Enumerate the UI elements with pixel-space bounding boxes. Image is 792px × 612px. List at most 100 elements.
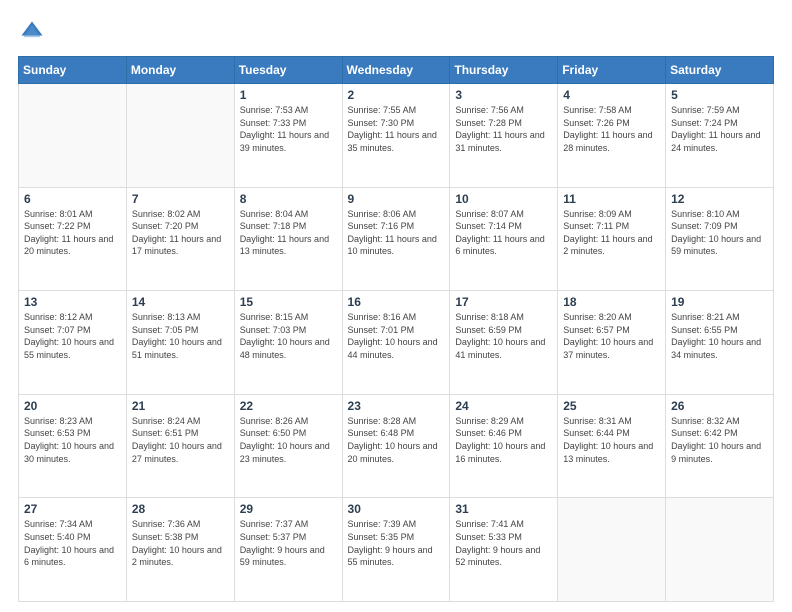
day-number: 28 [132,502,229,516]
cell-info: Sunrise: 8:12 AMSunset: 7:07 PMDaylight:… [24,311,121,361]
cell-info: Sunrise: 7:58 AMSunset: 7:26 PMDaylight:… [563,104,660,154]
calendar-cell [19,84,127,188]
cell-info: Sunrise: 8:23 AMSunset: 6:53 PMDaylight:… [24,415,121,465]
cell-info: Sunrise: 8:09 AMSunset: 7:11 PMDaylight:… [563,208,660,258]
day-header-monday: Monday [126,57,234,84]
cell-info: Sunrise: 8:31 AMSunset: 6:44 PMDaylight:… [563,415,660,465]
cell-info: Sunrise: 7:56 AMSunset: 7:28 PMDaylight:… [455,104,552,154]
calendar-cell: 1Sunrise: 7:53 AMSunset: 7:33 PMDaylight… [234,84,342,188]
day-number: 2 [348,88,445,102]
calendar-week-4: 20Sunrise: 8:23 AMSunset: 6:53 PMDayligh… [19,394,774,498]
calendar-cell: 4Sunrise: 7:58 AMSunset: 7:26 PMDaylight… [558,84,666,188]
calendar-cell: 13 Sunrise: 8:12 AMSunset: 7:07 PMDayligh… [19,291,127,395]
cell-info: Sunrise: 8:24 AMSunset: 6:51 PMDaylight:… [132,415,229,465]
day-header-tuesday: Tuesday [234,57,342,84]
cell-info: Sunrise: 7:55 AMSunset: 7:30 PMDaylight:… [348,104,445,154]
day-number: 30 [348,502,445,516]
cell-info: Sunrise: 8:02 AMSunset: 7:20 PMDaylight:… [132,208,229,258]
calendar-cell: 5Sunrise: 7:59 AMSunset: 7:24 PMDaylight… [666,84,774,188]
cell-info: Sunrise: 8:13 AMSunset: 7:05 PMDaylight:… [132,311,229,361]
day-number: 21 [132,399,229,413]
cell-info: Sunrise: 8:06 AMSunset: 7:16 PMDaylight:… [348,208,445,258]
day-number: 19 [671,295,768,309]
calendar-header-row: SundayMondayTuesdayWednesdayThursdayFrid… [19,57,774,84]
calendar-cell: 29Sunrise: 7:37 AMSunset: 5:37 PMDayligh… [234,498,342,602]
cell-info: Sunrise: 8:28 AMSunset: 6:48 PMDaylight:… [348,415,445,465]
day-number: 7 [132,192,229,206]
calendar-cell: 21 Sunrise: 8:24 AMSunset: 6:51 PMDayligh… [126,394,234,498]
calendar-week-1: 1Sunrise: 7:53 AMSunset: 7:33 PMDaylight… [19,84,774,188]
day-number: 26 [671,399,768,413]
calendar-cell: 28 Sunrise: 7:36 AMSunset: 5:38 PMDayligh… [126,498,234,602]
calendar-cell: 18 Sunrise: 8:20 AMSunset: 6:57 PMDayligh… [558,291,666,395]
day-number: 15 [240,295,337,309]
calendar-week-2: 6 Sunrise: 8:01 AMSunset: 7:22 PMDaylight… [19,187,774,291]
cell-info: Sunrise: 7:36 AMSunset: 5:38 PMDaylight:… [132,518,229,568]
cell-info: Sunrise: 8:18 AMSunset: 6:59 PMDaylight:… [455,311,552,361]
header [18,18,774,46]
day-header-saturday: Saturday [666,57,774,84]
calendar-cell: 17 Sunrise: 8:18 AMSunset: 6:59 PMDayligh… [450,291,558,395]
cell-info: Sunrise: 8:07 AMSunset: 7:14 PMDaylight:… [455,208,552,258]
day-number: 12 [671,192,768,206]
calendar-cell: 23 Sunrise: 8:28 AMSunset: 6:48 PMDayligh… [342,394,450,498]
day-header-thursday: Thursday [450,57,558,84]
cell-info: Sunrise: 8:26 AMSunset: 6:50 PMDaylight:… [240,415,337,465]
day-number: 14 [132,295,229,309]
calendar-cell: 3 Sunrise: 7:56 AMSunset: 7:28 PMDaylight… [450,84,558,188]
day-number: 5 [671,88,768,102]
day-number: 25 [563,399,660,413]
cell-info: Sunrise: 8:21 AMSunset: 6:55 PMDaylight:… [671,311,768,361]
calendar-cell: 6 Sunrise: 8:01 AMSunset: 7:22 PMDaylight… [19,187,127,291]
day-number: 22 [240,399,337,413]
day-number: 24 [455,399,552,413]
calendar-week-5: 27 Sunrise: 7:34 AMSunset: 5:40 PMDayligh… [19,498,774,602]
day-number: 11 [563,192,660,206]
day-number: 6 [24,192,121,206]
calendar-cell: 19 Sunrise: 8:21 AMSunset: 6:55 PMDayligh… [666,291,774,395]
calendar-cell: 10 Sunrise: 8:07 AMSunset: 7:14 PMDayligh… [450,187,558,291]
calendar-cell: 2 Sunrise: 7:55 AMSunset: 7:30 PMDaylight… [342,84,450,188]
calendar-cell: 8 Sunrise: 8:04 AMSunset: 7:18 PMDaylight… [234,187,342,291]
calendar-cell: 12 Sunrise: 8:10 AMSunset: 7:09 PMDayligh… [666,187,774,291]
cell-info: Sunrise: 7:34 AMSunset: 5:40 PMDaylight:… [24,518,121,568]
day-number: 1 [240,88,337,102]
day-number: 27 [24,502,121,516]
cell-info: Sunrise: 8:20 AMSunset: 6:57 PMDaylight:… [563,311,660,361]
calendar-cell: 31Sunrise: 7:41 AMSunset: 5:33 PMDayligh… [450,498,558,602]
calendar-cell: 9 Sunrise: 8:06 AMSunset: 7:16 PMDaylight… [342,187,450,291]
cell-info: Sunrise: 8:16 AMSunset: 7:01 PMDaylight:… [348,311,445,361]
day-number: 18 [563,295,660,309]
calendar-cell [126,84,234,188]
day-number: 16 [348,295,445,309]
day-number: 23 [348,399,445,413]
day-number: 17 [455,295,552,309]
calendar-cell: 30 Sunrise: 7:39 AMSunset: 5:35 PMDayligh… [342,498,450,602]
calendar-table: SundayMondayTuesdayWednesdayThursdayFrid… [18,56,774,602]
calendar-cell: 7 Sunrise: 8:02 AMSunset: 7:20 PMDaylight… [126,187,234,291]
cell-info: Sunrise: 8:04 AMSunset: 7:18 PMDaylight:… [240,208,337,258]
cell-info: Sunrise: 7:39 AMSunset: 5:35 PMDaylight:… [348,518,445,568]
day-number: 9 [348,192,445,206]
calendar-cell: 14 Sunrise: 8:13 AMSunset: 7:05 PMDayligh… [126,291,234,395]
day-number: 13 [24,295,121,309]
calendar-cell [666,498,774,602]
day-number: 10 [455,192,552,206]
calendar-cell: 11 Sunrise: 8:09 AMSunset: 7:11 PMDayligh… [558,187,666,291]
calendar-cell: 20Sunrise: 8:23 AMSunset: 6:53 PMDayligh… [19,394,127,498]
page: SundayMondayTuesdayWednesdayThursdayFrid… [0,0,792,612]
cell-info: Sunrise: 8:01 AMSunset: 7:22 PMDaylight:… [24,208,121,258]
calendar-cell: 26 Sunrise: 8:32 AMSunset: 6:42 PMDayligh… [666,394,774,498]
cell-info: Sunrise: 8:32 AMSunset: 6:42 PMDaylight:… [671,415,768,465]
cell-info: Sunrise: 8:10 AMSunset: 7:09 PMDaylight:… [671,208,768,258]
day-header-friday: Friday [558,57,666,84]
day-number: 3 [455,88,552,102]
cell-info: Sunrise: 8:29 AMSunset: 6:46 PMDaylight:… [455,415,552,465]
day-number: 8 [240,192,337,206]
calendar-cell: 25 Sunrise: 8:31 AMSunset: 6:44 PMDayligh… [558,394,666,498]
calendar-week-3: 13 Sunrise: 8:12 AMSunset: 7:07 PMDayligh… [19,291,774,395]
day-number: 31 [455,502,552,516]
day-number: 29 [240,502,337,516]
logo-icon [18,18,46,46]
calendar-cell [558,498,666,602]
